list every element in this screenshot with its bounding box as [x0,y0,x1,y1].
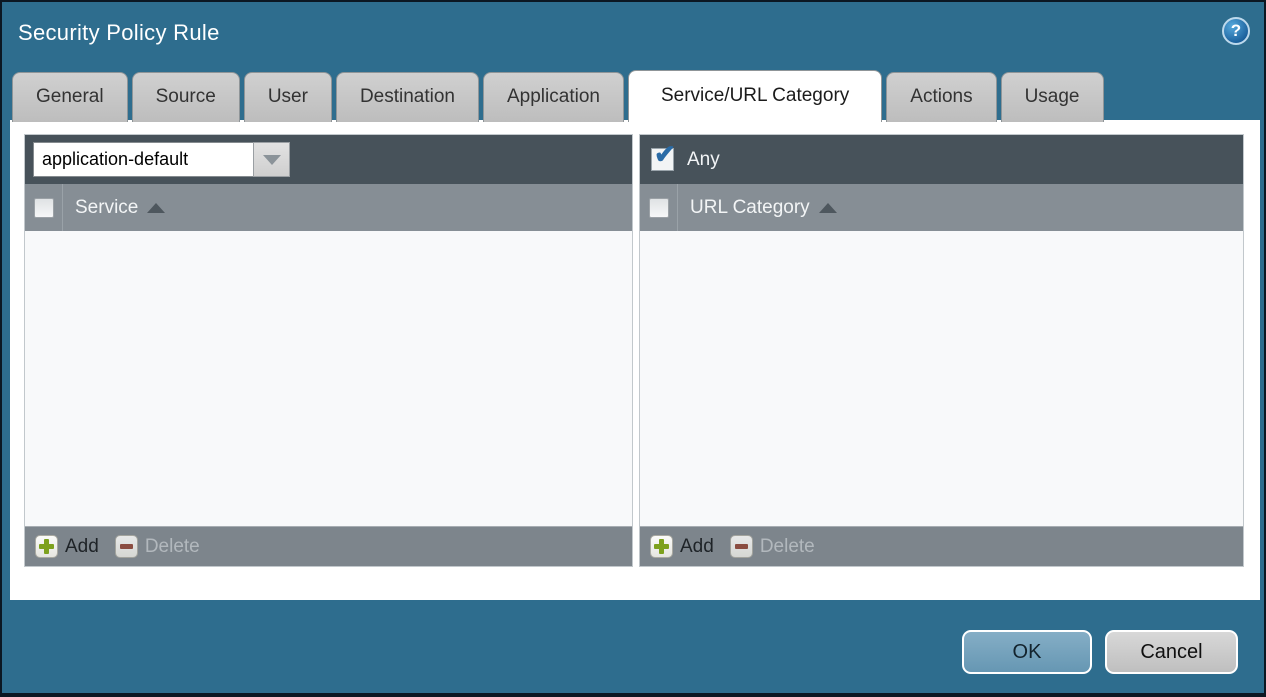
tab-application[interactable]: Application [483,72,624,122]
tab-user[interactable]: User [244,72,332,122]
add-icon [650,535,673,558]
title-bar: Security Policy Rule ? [2,2,1264,66]
service-select-all-cell [25,184,63,231]
help-glyph: ? [1231,21,1241,41]
sort-ascending-icon[interactable] [147,203,165,213]
url-category-add-button[interactable]: Add [650,535,714,558]
service-type-combo [33,142,290,177]
cancel-button[interactable]: Cancel [1105,630,1238,674]
sort-ascending-icon[interactable] [819,203,837,213]
delete-icon [115,535,138,558]
url-category-select-all-cell [640,184,678,231]
delete-icon [730,535,753,558]
service-delete-label: Delete [145,536,200,558]
ok-button[interactable]: OK [962,630,1092,674]
security-policy-rule-dialog: Security Policy Rule ? General Source Us… [0,0,1266,697]
service-add-button[interactable]: Add [35,535,99,558]
dialog-buttons: OK Cancel [962,630,1238,674]
tab-destination[interactable]: Destination [336,72,479,122]
tab-content: Service Add Delete [10,120,1260,600]
service-type-input[interactable] [33,142,253,177]
url-category-column-header[interactable]: URL Category [690,197,810,219]
checkmark-icon: ✔ [654,141,676,167]
chevron-down-icon [263,155,281,165]
service-grid-body [25,231,632,526]
service-grid-header: Service [25,184,632,231]
url-category-add-label: Add [680,536,714,558]
service-add-label: Add [65,536,99,558]
tab-general[interactable]: General [12,72,128,122]
url-category-grid-body [640,231,1243,526]
service-toolbar [25,135,632,184]
url-category-grid-header: URL Category [640,184,1243,231]
url-category-toolbar: ✔ Any [640,135,1243,184]
service-grid-footer: Add Delete [25,526,632,566]
service-select-all-checkbox[interactable] [34,198,54,218]
service-column-header[interactable]: Service [75,197,138,219]
url-category-grid-footer: Add Delete [640,526,1243,566]
service-panel: Service Add Delete [24,134,633,567]
any-label: Any [687,149,720,171]
service-delete-button[interactable]: Delete [115,535,200,558]
url-category-delete-label: Delete [760,536,815,558]
dialog-title: Security Policy Rule [18,20,220,46]
tab-source[interactable]: Source [132,72,240,122]
tab-actions[interactable]: Actions [886,72,996,122]
service-type-dropdown-button[interactable] [253,142,290,177]
any-checkbox[interactable]: ✔ [651,148,674,171]
tab-usage[interactable]: Usage [1001,72,1104,122]
add-icon [35,535,58,558]
tab-strip: General Source User Destination Applicat… [12,70,1104,122]
url-category-delete-button[interactable]: Delete [730,535,815,558]
help-icon[interactable]: ? [1222,17,1250,45]
url-category-panel: ✔ Any URL Category Add [639,134,1244,567]
url-category-select-all-checkbox[interactable] [649,198,669,218]
any-row: ✔ Any [648,148,720,171]
tab-service-url-category[interactable]: Service/URL Category [628,70,882,122]
